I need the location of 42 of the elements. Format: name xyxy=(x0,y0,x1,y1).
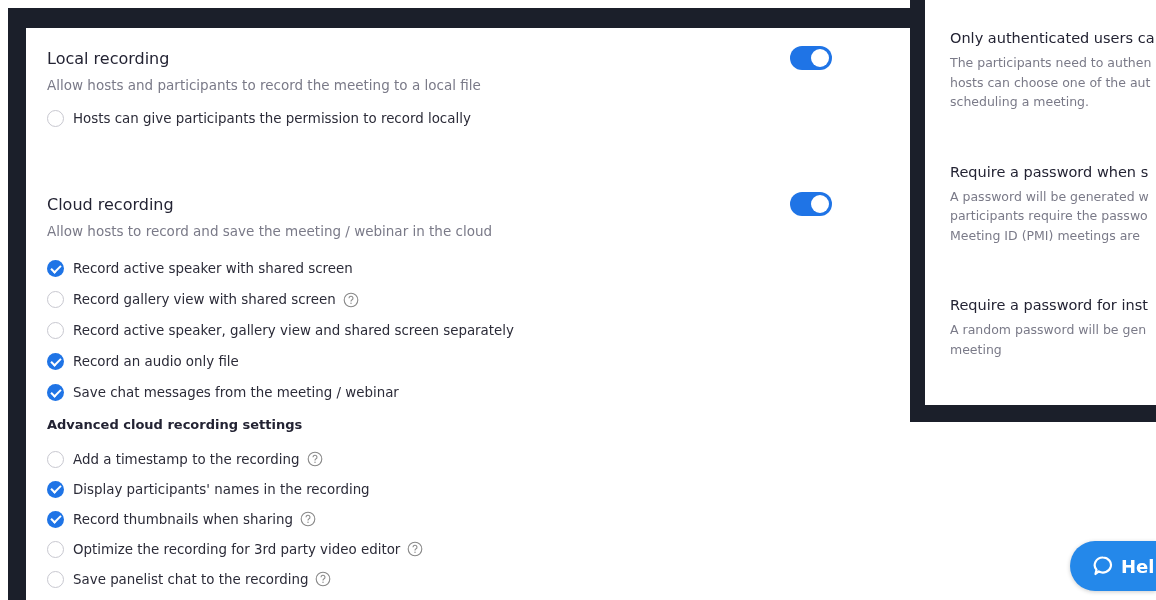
setting-title: Require a password for inst xyxy=(950,296,1149,315)
option-label: Save panelist chat to the recording xyxy=(73,571,309,587)
help-icon[interactable] xyxy=(342,291,359,308)
chat-bubble-icon xyxy=(1092,555,1114,577)
toggle-switch[interactable] xyxy=(790,46,832,70)
checkbox[interactable] xyxy=(47,353,64,370)
checkbox[interactable] xyxy=(47,384,64,401)
help-icon[interactable] xyxy=(306,451,323,467)
setting-description: A random password will be gen meeting xyxy=(950,321,1148,359)
option-label: Display participants' names in the recording xyxy=(73,481,370,497)
section-description: Allow hosts and participants to record the meeting to a local file xyxy=(47,76,482,95)
checkbox[interactable] xyxy=(47,110,64,127)
section-title: Cloud recording xyxy=(47,194,174,214)
checkbox[interactable] xyxy=(47,260,64,277)
help-button[interactable]: Hel xyxy=(1070,541,1156,591)
section-description: Allow hosts to record and save the meeting / webinar in the cloud xyxy=(47,222,494,241)
checkbox[interactable] xyxy=(47,291,64,308)
checkbox[interactable] xyxy=(47,510,64,528)
toggle-switch[interactable] xyxy=(790,192,832,216)
option-label: Record active speaker with shared screen xyxy=(73,261,353,276)
setting-description: A password will be generated w participants require the passwo Meeting ID (PMI) meetings are xyxy=(950,187,1150,245)
subsection-heading: Advanced cloud recording settings xyxy=(47,416,303,432)
checkbox[interactable] xyxy=(47,540,64,558)
checkbox[interactable] xyxy=(47,480,64,498)
option-label: Optimize the recording for 3rd party video editor xyxy=(73,541,401,557)
setting-title: Require a password when s xyxy=(950,162,1150,182)
setting-title: Only authenticated users ca xyxy=(950,29,1156,48)
option-label: Record gallery view with shared screen xyxy=(73,292,336,307)
checkbox[interactable] xyxy=(47,322,64,339)
option-label: Add a timestamp to the recording xyxy=(73,451,300,467)
help-icon[interactable] xyxy=(299,511,316,527)
option-label: Save chat messages from the meeting / webinar xyxy=(73,385,399,400)
help-icon[interactable] xyxy=(315,571,332,587)
checkbox[interactable] xyxy=(47,450,64,468)
checkbox[interactable] xyxy=(47,570,64,588)
option-label: Record thumbnails when sharing xyxy=(73,511,293,527)
option-label: Hosts can give participants the permission to record locally xyxy=(73,111,471,126)
help-icon[interactable] xyxy=(407,541,424,557)
section-title: Local recording xyxy=(47,48,170,68)
option-label: Record active speaker, gallery view and shared screen separately xyxy=(73,323,514,338)
option-label: Record an audio only file xyxy=(73,354,239,369)
setting-description: The participants need to authen hosts can choose one of the aut scheduling a meeting. xyxy=(950,54,1153,111)
